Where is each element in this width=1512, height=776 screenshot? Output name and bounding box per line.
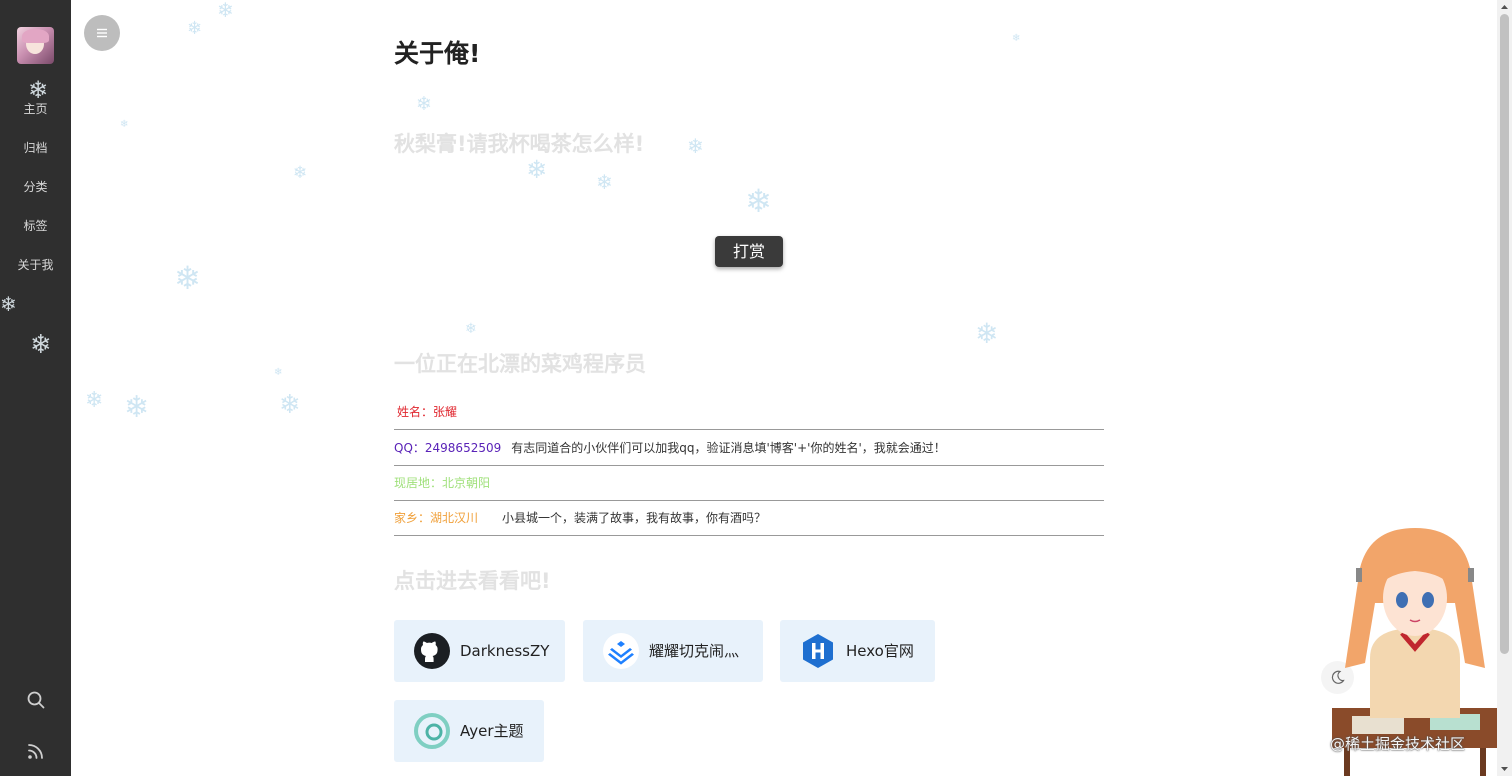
link-card-label: DarknessZY: [460, 642, 550, 660]
link-card-github[interactable]: DarknessZY: [394, 620, 565, 682]
reward-button[interactable]: 打赏: [715, 236, 783, 267]
info-row-residence: 现居地：北京朝阳: [394, 466, 1104, 501]
reward-heading: 秋梨膏!请我杯喝茶怎么样!: [394, 132, 645, 156]
snowflake-icon: ❄: [279, 390, 301, 420]
sidebar-item-about[interactable]: 关于我: [0, 256, 71, 295]
watermark: @稀土掘金技术社区: [1330, 735, 1466, 753]
link-card-ayer[interactable]: Ayer主题: [394, 700, 544, 762]
snowflake-icon: ❄: [174, 259, 201, 297]
snowflake-icon: ❄: [274, 367, 283, 378]
snowflake-icon: ❄: [596, 170, 613, 194]
info-desc: 有志同道合的小伙伴们可以加我qq，验证消息填'博客'+'你的姓名'，我就会通过！: [511, 441, 946, 455]
snowflake-icon: ❄: [416, 93, 432, 115]
info-row-hometown: 家乡：湖北汉川 小县城一个，装满了故事，我有故事，你有酒吗？: [394, 501, 1104, 536]
snowflake-icon: ❄: [1012, 33, 1021, 44]
info-row-name: 姓名：张耀: [394, 395, 1104, 430]
juejin-icon: [603, 633, 639, 669]
avatar[interactable]: [17, 27, 54, 64]
ayer-icon: [414, 713, 450, 749]
info-desc: 小县城一个，装满了故事，我有故事，你有酒吗？: [502, 511, 767, 525]
info-label: 家乡：湖北汉川: [394, 511, 479, 525]
link-card-hexo[interactable]: Hexo官网: [780, 620, 935, 682]
page-scrollbar[interactable]: [1497, 0, 1512, 776]
snowflake-icon: ❄: [124, 390, 150, 425]
snowflake-icon: ❄: [465, 321, 477, 337]
snowflake-icon: ❄: [745, 182, 772, 220]
sidebar-item-categories[interactable]: 分类: [0, 178, 71, 217]
snowflake-icon: ❄: [120, 119, 129, 130]
scroll-down-icon[interactable]: [1500, 764, 1509, 773]
scroll-thumb[interactable]: [1500, 14, 1509, 654]
sidebar-nav: 主页 归档 分类 标签 关于我: [0, 100, 71, 295]
snowflake-icon: ❄: [293, 163, 308, 183]
link-card-label: Ayer主题: [460, 722, 524, 740]
page-title: 关于俺!: [394, 39, 481, 68]
menu-toggle-button[interactable]: [84, 15, 120, 51]
sidebar: 主页 归档 分类 标签 关于我: [0, 0, 71, 776]
sidebar-item-tags[interactable]: 标签: [0, 217, 71, 256]
hamburger-icon: [97, 28, 107, 38]
links-heading: 点击进去看看吧!: [394, 569, 551, 593]
search-icon[interactable]: [26, 690, 46, 710]
sidebar-item-home[interactable]: 主页: [0, 100, 71, 139]
info-label: QQ：2498652509: [394, 441, 502, 455]
intro-heading: 一位正在北漂的菜鸡程序员: [394, 352, 646, 376]
link-card-label: Hexo官网: [846, 642, 914, 660]
snowflake-icon: ❄: [687, 134, 704, 158]
link-card-juejin[interactable]: 耀耀切克闹灬: [583, 620, 763, 682]
sidebar-item-archive[interactable]: 归档: [0, 139, 71, 178]
snowflake-icon: ❄: [975, 317, 999, 350]
info-row-qq: QQ：2498652509 有志同道合的小伙伴们可以加我qq，验证消息填'博客'+…: [394, 431, 1104, 466]
github-icon: [414, 633, 450, 669]
snowflake-icon: ❄: [217, 0, 234, 22]
snowflake-icon: ❄: [85, 388, 104, 413]
hexo-icon: [803, 634, 833, 668]
snowflake-icon: ❄: [187, 18, 203, 39]
link-card-label: 耀耀切克闹灬: [649, 642, 740, 660]
info-label: 姓名：张耀: [397, 405, 458, 419]
snowflake-icon: ❄: [526, 155, 547, 184]
info-label: 现居地：北京朝阳: [394, 476, 491, 490]
rss-icon[interactable]: [26, 741, 46, 761]
scroll-up-icon[interactable]: [1500, 3, 1509, 12]
